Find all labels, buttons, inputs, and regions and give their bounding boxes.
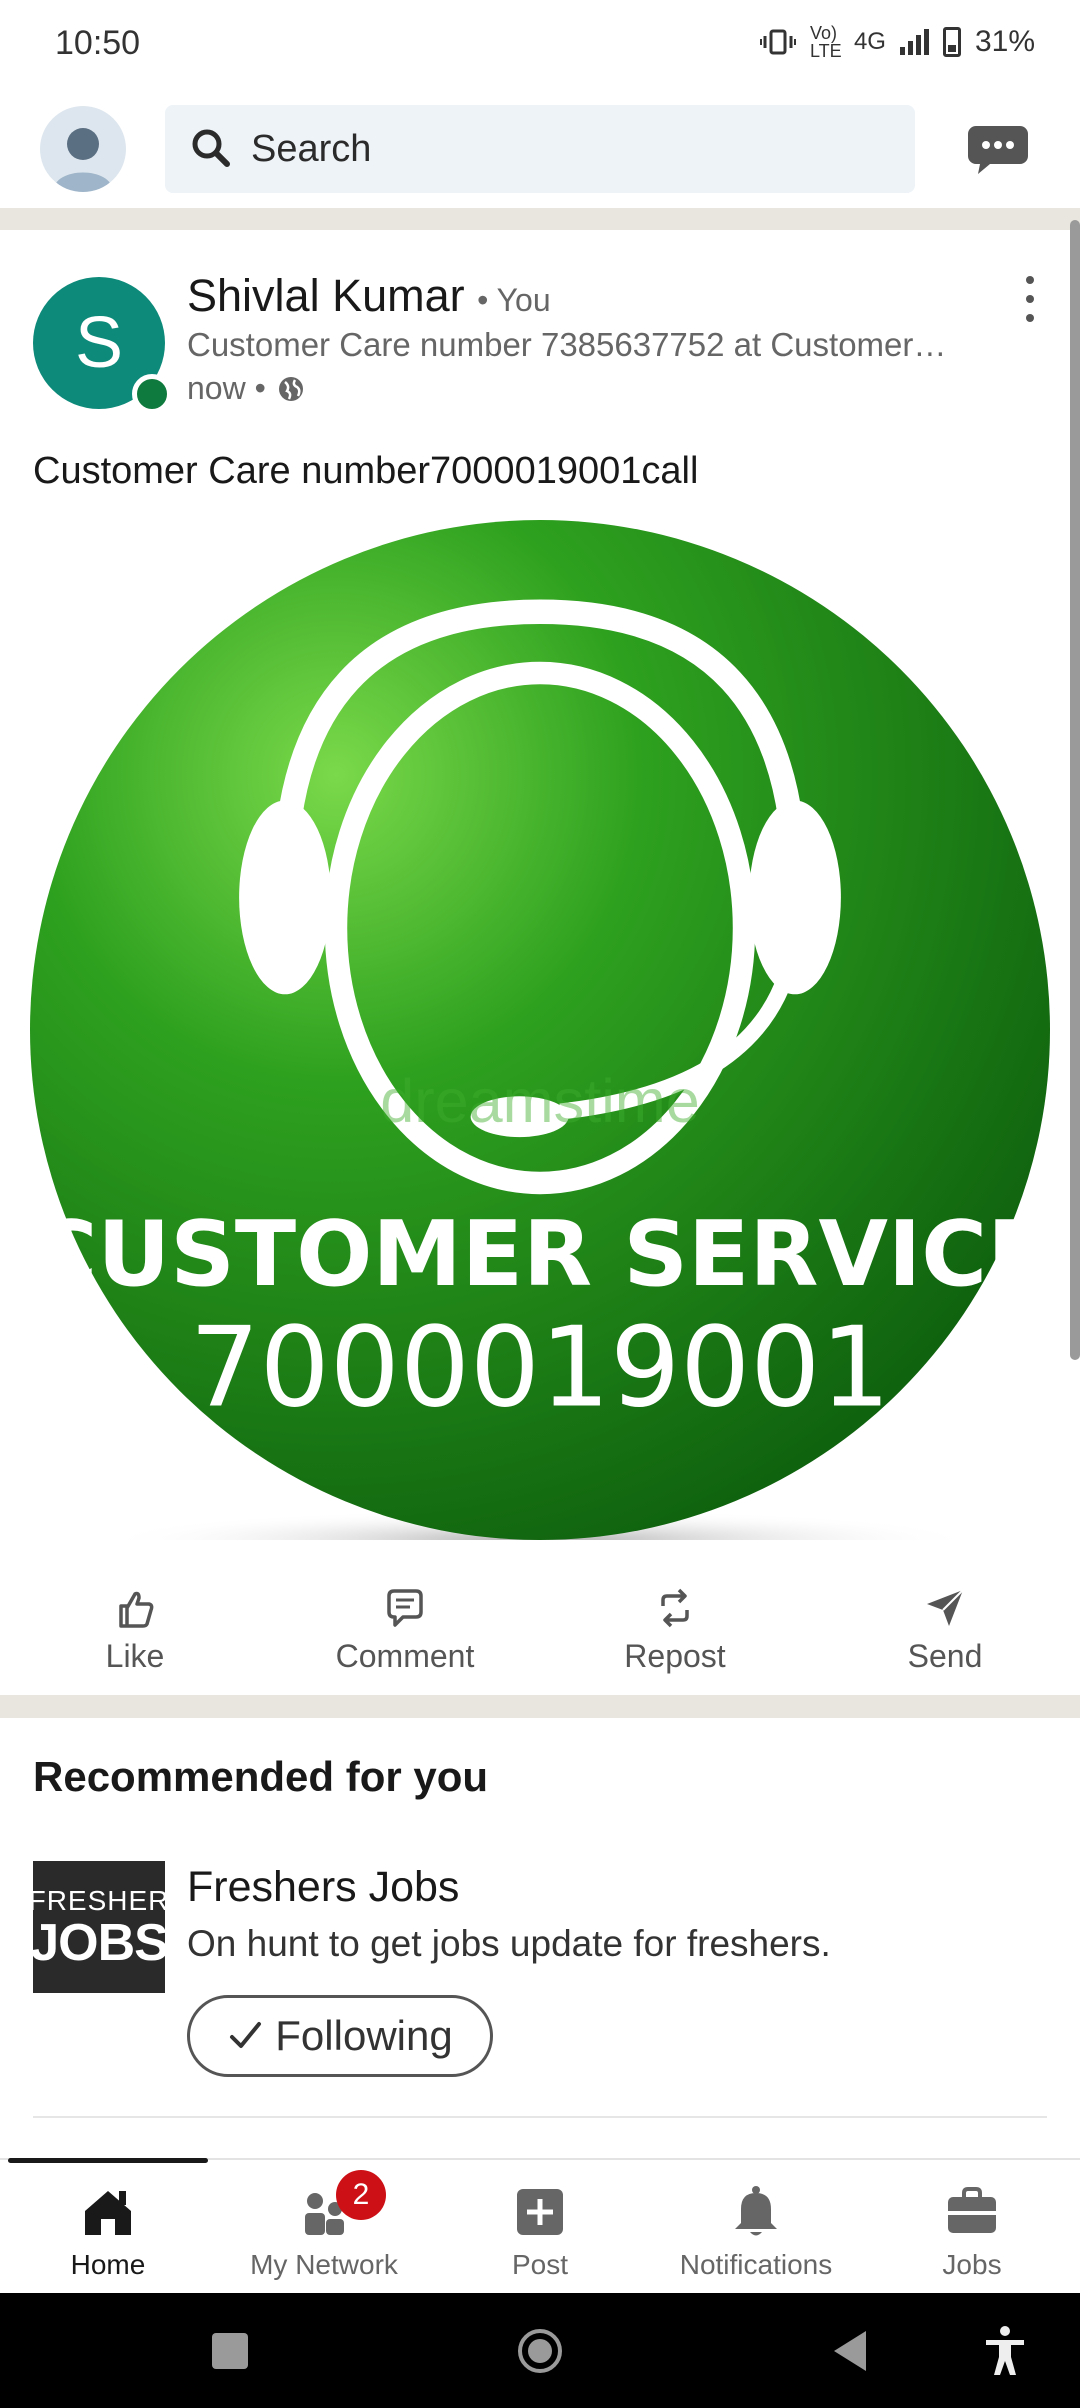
search-bar[interactable]: Search — [165, 105, 915, 193]
briefcase-icon — [948, 2187, 996, 2233]
recommended-separator — [33, 2116, 1047, 2118]
recommended-title: Recommended for you — [33, 1753, 489, 1800]
comment-icon — [387, 1588, 423, 1627]
post-time: now • — [187, 370, 266, 406]
nav-post[interactable]: Post — [432, 2160, 648, 2295]
nav-my-network-label: My Network — [250, 2249, 398, 2280]
home-icon — [85, 2191, 131, 2235]
battery-level: 31% — [974, 25, 1035, 58]
recommended-page-name[interactable]: Freshers Jobs — [187, 1863, 459, 1912]
post-author[interactable]: Shivlal Kumar • You — [187, 270, 551, 322]
repost-label: Repost — [624, 1637, 726, 1674]
post-menu-icon[interactable] — [1020, 276, 1040, 322]
checkmark-icon — [230, 2022, 262, 2048]
top-bar: Search — [0, 90, 1080, 208]
repost-icon — [661, 1588, 689, 1627]
online-status-dot — [132, 374, 172, 414]
network-type: 4G — [853, 28, 886, 55]
globe-icon — [278, 376, 303, 401]
home-system-button[interactable] — [500, 2293, 580, 2408]
active-tab-indicator — [8, 2158, 208, 2163]
recents-button[interactable] — [190, 2293, 270, 2408]
vibrate-icon — [759, 29, 796, 55]
notification-badge: 2 — [336, 2170, 386, 2220]
recommended-section: Recommended for you FRESHER JOBS Fresher… — [0, 1718, 1080, 2158]
messaging-icon[interactable] — [966, 122, 1030, 178]
battery-icon — [942, 27, 961, 57]
logo-line2: JOBS — [30, 1914, 169, 1972]
nav-jobs-label: Jobs — [942, 2249, 1002, 2280]
like-button[interactable]: Like — [0, 1570, 270, 1690]
post-meta: now • — [187, 370, 306, 407]
following-label: Following — [275, 2012, 453, 2059]
status-icons: Vo) LTE 4G 31% — [759, 23, 1035, 61]
like-icon — [119, 1591, 154, 1628]
signal-icon — [899, 29, 929, 55]
image-phone-number: 7000019001 — [190, 1303, 891, 1431]
circle-home-icon — [518, 2328, 562, 2373]
feed-scrollbar[interactable] — [1070, 220, 1080, 1360]
bottom-navigation: Home My Network 2 Post Notifications Job… — [0, 2158, 1080, 2295]
bell-icon — [735, 2186, 777, 2236]
back-triangle-icon — [834, 2330, 866, 2371]
recents-icon — [212, 2332, 248, 2369]
post-text: Customer Care number7000019001call — [33, 450, 699, 492]
logo-line1: FRESHER — [28, 1885, 170, 1916]
post-author-headline: Customer Care number 7385637752 at Custo… — [187, 326, 947, 363]
system-navigation-bar — [0, 2293, 1080, 2408]
like-label: Like — [105, 1637, 165, 1674]
nav-home[interactable]: Home — [0, 2160, 216, 2295]
comment-button[interactable]: Comment — [270, 1570, 540, 1690]
following-button[interactable]: Following — [187, 1995, 493, 2077]
image-headline: CUSTOMER SERVICE — [32, 1203, 1049, 1307]
feed-post: S Shivlal Kumar • You Customer Care numb… — [0, 230, 1080, 1806]
send-label: Send — [907, 1637, 983, 1674]
search-placeholder: Search — [251, 127, 372, 170]
accessibility-icon — [986, 2325, 1024, 2375]
customer-service-ball: dreamstime CUSTOMER SERVICE 7000019001 — [30, 520, 1050, 1540]
image-watermark: dreamstime — [380, 1067, 700, 1135]
recommended-page-description: On hunt to get jobs update for freshers. — [187, 1923, 831, 1964]
comment-label: Comment — [335, 1637, 475, 1674]
nav-jobs[interactable]: Jobs — [864, 2160, 1080, 2295]
post-actions: Like Comment Repost Send — [0, 1570, 1080, 1690]
nav-notifications[interactable]: Notifications — [648, 2160, 864, 2295]
feed-divider-2 — [0, 1695, 1080, 1718]
nav-post-label: Post — [511, 2249, 569, 2280]
nav-my-network[interactable]: My Network 2 — [216, 2160, 432, 2295]
send-button[interactable]: Send — [810, 1570, 1080, 1690]
person-avatar-icon — [53, 128, 113, 192]
status-bar: 10:50 Vo) LTE 4G 31% — [0, 0, 1080, 90]
status-time: 10:50 — [55, 24, 141, 62]
freshers-jobs-logo[interactable]: FRESHER JOBS — [29, 1861, 169, 1993]
feed-divider — [0, 208, 1080, 230]
nav-home-label: Home — [70, 2249, 146, 2280]
send-icon — [927, 1588, 964, 1626]
accessibility-button[interactable] — [965, 2293, 1045, 2408]
post-author-name[interactable]: Shivlal Kumar — [187, 270, 465, 321]
plus-square-icon — [517, 2189, 563, 2235]
post-author-you-label: • You — [477, 282, 551, 318]
nav-notifications-label: Notifications — [679, 2249, 833, 2280]
repost-button[interactable]: Repost — [540, 1570, 810, 1690]
volte-label: Vo) LTE — [809, 23, 842, 61]
search-icon — [192, 129, 230, 167]
profile-avatar[interactable] — [40, 106, 126, 192]
back-button[interactable] — [810, 2293, 890, 2408]
